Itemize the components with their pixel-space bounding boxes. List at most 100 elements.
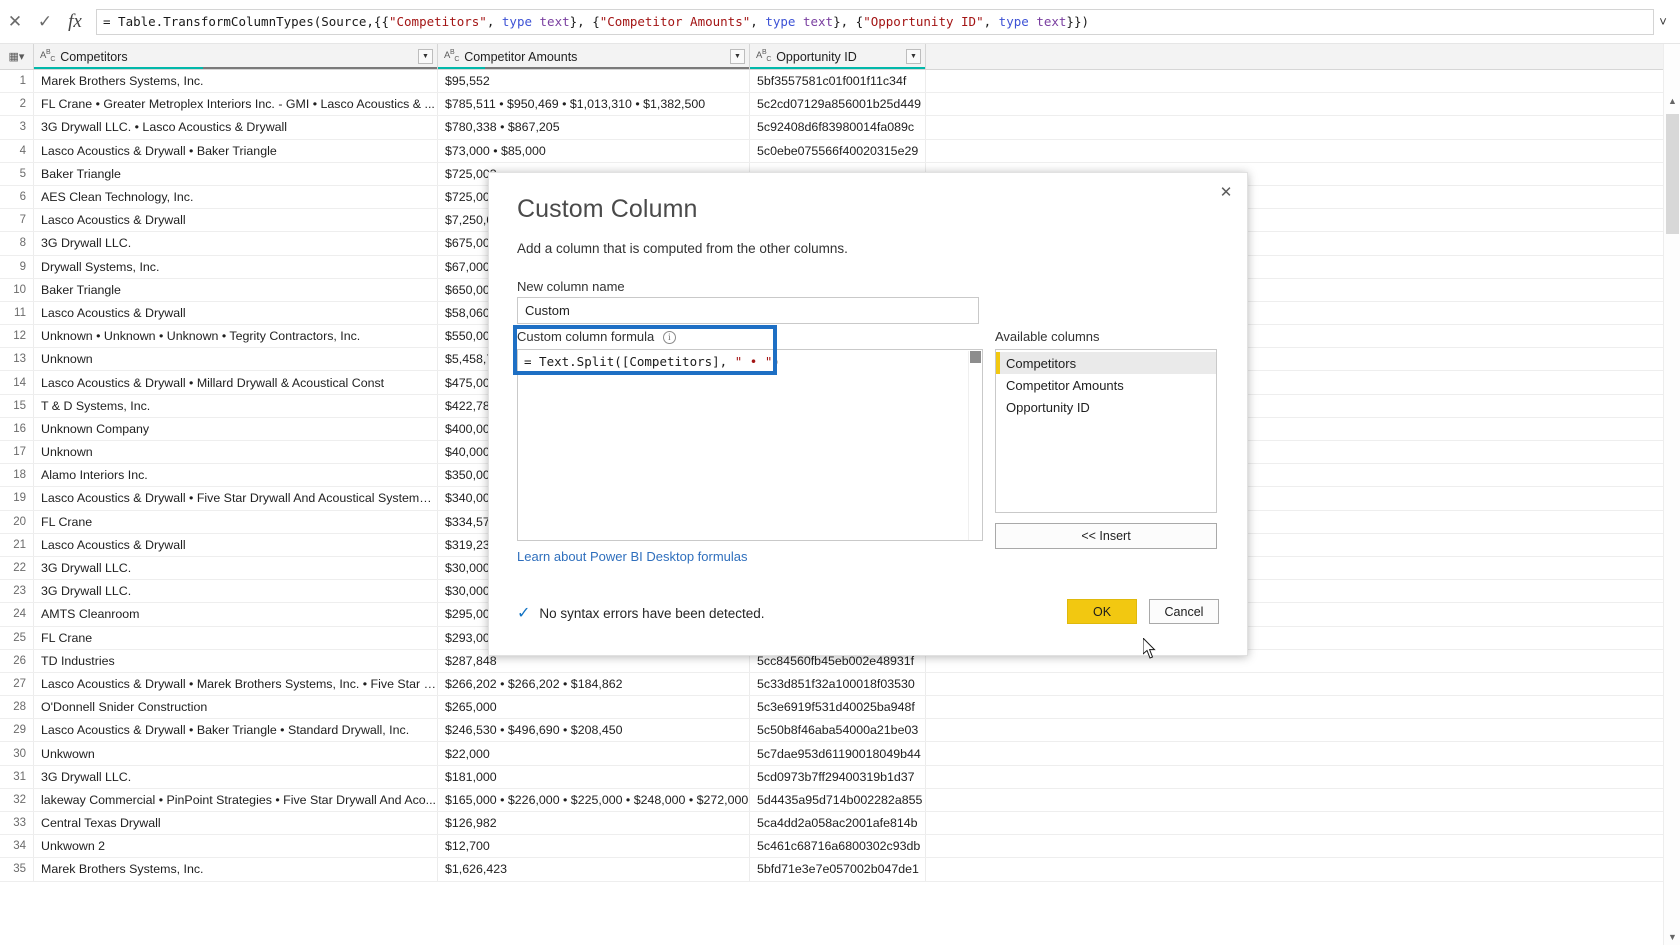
cell-competitor-amounts[interactable]: $181,000 [438,765,750,788]
cell-competitors[interactable]: lakeway Commercial • PinPoint Strategies… [34,788,438,811]
table-row[interactable]: 35 Marek Brothers Systems, Inc. $1,626,423… [0,858,1680,882]
cell-competitors[interactable]: Central Texas Drywall [34,812,438,835]
cell-competitor-amounts[interactable]: $73,000 • $85,000 [438,139,750,162]
filter-dropdown-opportunity-id[interactable]: ▼ [906,49,921,64]
close-icon[interactable]: ✕ [1211,179,1241,205]
learn-formulas-link[interactable]: Learn about Power BI Desktop formulas [517,549,748,564]
scrollbar-thumb[interactable] [970,351,981,363]
table-row[interactable]: 33 Central Texas Drywall $126,982 5ca4dd2a0… [0,812,1680,836]
cell-competitors[interactable]: Lasco Acoustics & Drywall [34,209,438,232]
cell-competitors[interactable]: TD Industries [34,649,438,672]
cell-competitors[interactable]: 3G Drywall LLC. [34,556,438,580]
cell-competitors[interactable]: Unknown [34,441,438,464]
cell-competitors[interactable]: Drywall Systems, Inc. [34,255,438,278]
select-all-corner-icon[interactable]: ▦▾ [0,44,34,69]
cell-opportunity-id[interactable]: 5cd0973b7ff29400319b1d37 [750,765,926,788]
cell-competitors[interactable]: Lasco Acoustics & Drywall • Baker Triang… [34,719,438,742]
column-header-competitor-amounts[interactable]: ABC Competitor Amounts ▼ [438,44,750,69]
cell-opportunity-id[interactable]: 5bfd71e3e7e057002b047de1 [750,858,926,881]
scroll-down-icon[interactable]: ▼ [1664,928,1680,945]
cell-opportunity-id[interactable]: 5c50b8f46aba54000a21be03 [750,719,926,742]
table-row[interactable]: 4 Lasco Acoustics & Drywall • Baker Trian… [0,139,1680,163]
available-column-item[interactable]: Competitor Amounts [996,374,1216,396]
table-row[interactable]: 2 FL Crane • Greater Metroplex Interiors … [0,93,1680,117]
cell-competitors[interactable]: Baker Triangle [34,278,438,301]
cell-opportunity-id[interactable]: 5ca4dd2a058ac2001afe814b [750,812,926,835]
table-row[interactable]: 32 lakeway Commercial • PinPoint Strategi… [0,788,1680,812]
cell-competitor-amounts[interactable]: $1,626,423 [438,858,750,881]
cell-competitors[interactable]: Unkwown 2 [34,835,438,858]
cell-competitors[interactable]: AMTS Cleanroom [34,603,438,626]
cell-competitors[interactable]: Baker Triangle [34,162,438,185]
cell-competitor-amounts[interactable]: $126,982 [438,812,750,835]
filter-dropdown-competitor-amounts[interactable]: ▼ [730,49,745,64]
close-icon[interactable]: ✕ [0,0,30,44]
cell-competitors[interactable]: Lasco Acoustics & Drywall • Baker Triang… [34,139,438,162]
column-header-opportunity-id[interactable]: ABC Opportunity ID ▼ [750,44,926,69]
cell-competitors[interactable]: 3G Drywall LLC. • Lasco Acoustics & Dryw… [34,116,438,139]
filter-dropdown-competitors[interactable]: ▼ [418,49,433,64]
cell-competitors[interactable]: Unkwown [34,742,438,765]
cell-competitors[interactable]: O'Donnell Snider Construction [34,696,438,719]
cell-competitors[interactable]: 3G Drywall LLC. [34,232,438,255]
cell-competitor-amounts[interactable]: $246,530 • $496,690 • $208,450 [438,719,750,742]
formula-input[interactable]: = Table.TransformColumnTypes(Source,{{"C… [96,8,1654,35]
cell-competitors[interactable]: Marek Brothers Systems, Inc. [34,70,438,93]
new-column-name-input[interactable]: Custom [517,297,979,324]
cell-competitors[interactable]: T & D Systems, Inc. [34,394,438,417]
table-row[interactable]: 29 Lasco Acoustics & Drywall • Baker Tria… [0,719,1680,743]
cell-opportunity-id[interactable]: 5c33d851f32a100018f03530 [750,672,926,696]
table-row[interactable]: 34 Unkwown 2 $12,700 5c461c68716a6800302c93… [0,835,1680,859]
cell-competitor-amounts[interactable]: $266,202 • $266,202 • $184,862 [438,672,750,696]
cell-competitors[interactable]: Lasco Acoustics & Drywall • Millard Dryw… [34,371,438,394]
insert-button[interactable]: << Insert [995,523,1217,549]
vertical-scrollbar[interactable]: ▲ ▼ [1663,44,1680,945]
table-row[interactable]: 31 3G Drywall LLC. $181,000 5cd0973b7ff2940… [0,765,1680,789]
cell-competitor-amounts[interactable]: $22,000 [438,742,750,765]
cell-competitor-amounts[interactable]: $780,338 • $867,205 [438,116,750,139]
cell-opportunity-id[interactable]: 5c0ebe075566f40020315e29 [750,139,926,162]
cell-opportunity-id[interactable]: 5c2cd07129a856001b25d449 [750,93,926,116]
check-icon[interactable]: ✓ [30,0,60,44]
table-row[interactable]: 3 3G Drywall LLC. • Lasco Acoustics & Dry… [0,116,1680,140]
cell-competitors[interactable]: Lasco Acoustics & Drywall [34,301,438,325]
cell-competitors[interactable]: Lasco Acoustics & Drywall [34,533,438,556]
cell-competitor-amounts[interactable]: $165,000 • $226,000 • $225,000 • $248,00… [438,788,750,811]
cancel-button[interactable]: Cancel [1149,599,1219,624]
cell-competitors[interactable]: Marek Brothers Systems, Inc. [34,858,438,881]
cell-opportunity-id[interactable]: 5d4435a95d714b002282a855 [750,788,926,811]
custom-column-formula-textarea[interactable]: = Text.Split([Competitors], " • ") [517,349,983,541]
ok-button[interactable]: OK [1067,599,1137,624]
cell-competitors[interactable]: Lasco Acoustics & Drywall • Five Star Dr… [34,487,438,510]
available-columns-list[interactable]: Competitors Competitor Amounts Opportunity… [995,349,1217,513]
cell-opportunity-id[interactable]: 5c7dae953d61190018049b44 [750,742,926,765]
cell-competitor-amounts[interactable]: $785,511 • $950,469 • $1,013,310 • $1,38… [438,93,750,116]
cell-competitors[interactable]: FL Crane [34,510,438,533]
cell-opportunity-id[interactable]: 5bf3557581c01f001f11c34f [750,70,926,93]
cell-competitors[interactable]: Unknown [34,348,438,371]
table-row[interactable]: 28 O'Donnell Snider Construction $265,000 5… [0,696,1680,720]
cell-competitors[interactable]: Alamo Interiors Inc. [34,464,438,487]
table-row[interactable]: 30 Unkwown $22,000 5c7dae953d61190018049b44 [0,742,1680,766]
cell-competitors[interactable]: 3G Drywall LLC. [34,765,438,788]
column-header-competitors[interactable]: ABC Competitors ▼ [34,44,438,69]
cell-opportunity-id[interactable]: 5c3e6919f531d40025ba948f [750,696,926,719]
available-column-item[interactable]: Competitors [996,352,1216,374]
cell-competitors[interactable]: FL Crane [34,626,438,649]
cell-competitors[interactable]: AES Clean Technology, Inc. [34,185,438,209]
cell-competitors[interactable]: FL Crane • Greater Metroplex Interiors I… [34,93,438,116]
cell-opportunity-id[interactable]: 5c461c68716a6800302c93db [750,835,926,858]
scroll-up-icon[interactable]: ▲ [1664,92,1680,109]
cell-opportunity-id[interactable]: 5c92408d6f83980014fa089c [750,116,926,139]
cell-competitors[interactable]: Lasco Acoustics & Drywall • Marek Brothe… [34,672,438,696]
cell-competitors[interactable]: 3G Drywall LLC. [34,580,438,603]
table-row[interactable]: 1 Marek Brothers Systems, Inc. $95,552 5bf3… [0,70,1680,94]
table-row[interactable]: 27 Lasco Acoustics & Drywall • Marek Brot… [0,672,1680,697]
available-column-item[interactable]: Opportunity ID [996,396,1216,418]
cell-competitors[interactable]: Unknown • Unknown • Unknown • Tegrity Co… [34,325,438,348]
cell-competitor-amounts[interactable]: $265,000 [438,696,750,719]
cell-competitor-amounts[interactable]: $12,700 [438,835,750,858]
cell-competitor-amounts[interactable]: $95,552 [438,70,750,93]
chevron-down-icon[interactable]: ˅ [1654,12,1672,30]
formula-scrollbar[interactable] [968,351,981,540]
